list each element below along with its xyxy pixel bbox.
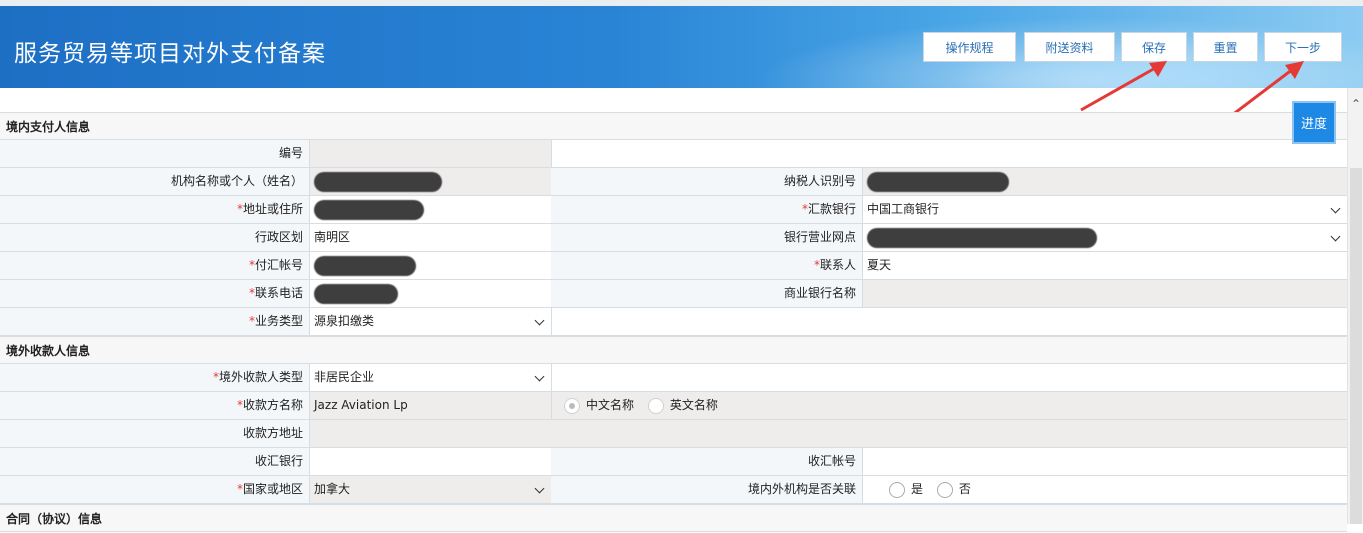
empty-cell <box>551 308 1347 335</box>
form-row: 机构名称或个人（姓名） 纳税人识别号 <box>0 168 1347 196</box>
account-label: *付汇帐号 <box>0 252 309 279</box>
redacted-mark <box>867 172 1009 192</box>
form-row: 行政区划 南明区 银行营业网点 <box>0 224 1347 252</box>
redacted-mark <box>314 172 442 192</box>
domestic-section-title: 境内支付人信息 <box>0 112 1347 140</box>
form-row: *联系电话 商业银行名称 <box>0 280 1347 308</box>
form-row: *业务类型 源泉扣缴类 <box>0 308 1347 336</box>
payee-type-select[interactable]: 非居民企业 <box>309 364 551 391</box>
rules-button[interactable]: 操作规程 <box>923 32 1016 62</box>
radio-english-name[interactable] <box>647 397 664 414</box>
tax-id-label: 纳税人识别号 <box>551 168 862 195</box>
biz-type-select[interactable]: 源泉扣缴类 <box>309 308 551 335</box>
chevron-down-icon <box>1330 203 1341 214</box>
form-row: 收款方地址 <box>0 420 1347 448</box>
commercial-bank-label: 商业银行名称 <box>551 280 862 307</box>
remit-bank-select[interactable]: 中国工商银行 <box>862 196 1347 223</box>
redacted-mark <box>314 256 416 276</box>
contact-label: *联系人 <box>551 252 862 279</box>
recv-bank-field[interactable] <box>309 448 551 475</box>
related-radio-group: 是 否 <box>862 476 1347 503</box>
annotation-arrow-save <box>1080 61 1167 112</box>
address-label: *地址或住所 <box>0 196 309 223</box>
phone-field[interactable] <box>309 280 551 307</box>
recv-bank-label: 收汇银行 <box>0 448 309 475</box>
phone-label: *联系电话 <box>0 280 309 307</box>
form-row: *境外收款人类型 非居民企业 <box>0 364 1347 392</box>
name-language-radio-group: 中文名称 英文名称 <box>551 392 1347 419</box>
biz-type-label: *业务类型 <box>0 308 309 335</box>
overseas-section-title: 境外收款人信息 <box>0 336 1347 364</box>
scroll-up-icon[interactable]: ⌃ <box>1349 98 1363 110</box>
form-row: *收款方名称 Jazz Aviation Lp 中文名称 英文名称 <box>0 392 1347 420</box>
tax-id-field <box>862 168 1347 195</box>
chevron-down-icon <box>534 371 545 382</box>
form-row: *地址或住所 *汇款银行 中国工商银行 <box>0 196 1347 224</box>
region-label: 行政区划 <box>0 224 309 251</box>
vertical-scrollbar[interactable]: ⌃ <box>1347 88 1363 524</box>
address-field[interactable] <box>309 196 551 223</box>
payee-name-label: *收款方名称 <box>0 392 309 419</box>
payee-type-label: *境外收款人类型 <box>0 364 309 391</box>
empty-cell <box>551 140 1347 167</box>
form-content: 境内支付人信息 编号 机构名称或个人（姓名） 纳税人识别号 *地址或住所 *汇款… <box>0 112 1347 532</box>
redacted-mark <box>314 284 398 304</box>
payee-address-label: 收款方地址 <box>0 420 309 447</box>
form-row: *国家或地区 加拿大 境内外机构是否关联 是 否 <box>0 476 1347 504</box>
redacted-mark <box>314 200 424 220</box>
number-label: 编号 <box>0 140 309 167</box>
scrollbar-thumb[interactable] <box>1350 168 1362 524</box>
empty-cell <box>551 364 1347 391</box>
branch-label: 银行营业网点 <box>551 224 862 251</box>
form-row: *付汇帐号 *联系人 夏天 <box>0 252 1347 280</box>
region-field[interactable]: 南明区 <box>309 224 551 251</box>
radio-no[interactable] <box>936 481 953 498</box>
contact-field[interactable]: 夏天 <box>862 252 1347 279</box>
chevron-down-icon <box>534 483 545 494</box>
payee-address-field <box>309 420 1347 447</box>
recv-account-field[interactable] <box>862 448 1347 475</box>
redacted-mark <box>867 228 1097 248</box>
branch-select[interactable] <box>862 224 1347 251</box>
form-row: 收汇银行 收汇帐号 <box>0 448 1347 476</box>
recv-account-label: 收汇帐号 <box>551 448 862 475</box>
number-field <box>309 140 551 167</box>
commercial-bank-field <box>862 280 1347 307</box>
progress-button[interactable]: 进度 <box>1292 101 1336 144</box>
chevron-down-icon <box>534 315 545 326</box>
country-label: *国家或地区 <box>0 476 309 503</box>
payee-name-field: Jazz Aviation Lp <box>309 392 551 419</box>
country-select[interactable]: 加拿大 <box>309 476 551 503</box>
page-title: 服务贸易等项目对外支付备案 <box>14 41 326 67</box>
contract-section-title: 合同（协议）信息 <box>0 504 1347 532</box>
org-name-field <box>309 168 551 195</box>
remit-bank-label: *汇款银行 <box>551 196 862 223</box>
radio-yes[interactable] <box>889 481 905 498</box>
form-row: 编号 <box>0 140 1347 168</box>
account-field[interactable] <box>309 252 551 279</box>
related-label: 境内外机构是否关联 <box>551 476 862 503</box>
radio-chinese-name[interactable] <box>564 397 580 414</box>
chevron-down-icon <box>1330 231 1341 242</box>
org-name-label: 机构名称或个人（姓名） <box>0 168 309 195</box>
